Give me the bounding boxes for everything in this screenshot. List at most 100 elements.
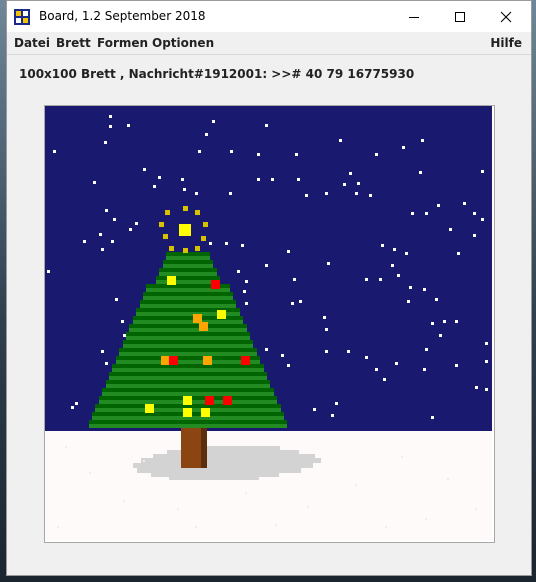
board-canvas[interactable] <box>45 106 492 540</box>
status-message: 100x100 Brett , Nachricht#1912001: >># 4… <box>19 67 415 81</box>
app-icon <box>14 9 30 25</box>
snowflake <box>411 212 414 215</box>
snowflake <box>230 150 233 153</box>
star-ray <box>165 210 170 215</box>
star-ray <box>195 246 200 251</box>
tree-ornament <box>145 404 154 413</box>
window-title: Board, 1.2 September 2018 <box>39 9 206 23</box>
snow-sparkle <box>195 526 197 528</box>
tree-branch <box>119 352 257 356</box>
snowflake <box>473 234 476 237</box>
tree-branch <box>163 260 213 264</box>
snowflake <box>257 153 260 156</box>
snow-sparkle <box>57 526 59 528</box>
tree-trunk-shade <box>201 428 207 468</box>
menu-optionen[interactable]: Optionen <box>152 36 214 50</box>
tree-branch <box>156 276 220 280</box>
snowflake <box>349 172 352 175</box>
snowflake <box>402 146 405 149</box>
snowflake <box>481 218 484 221</box>
snowflake <box>243 290 246 293</box>
snowflake <box>105 362 108 365</box>
snowflake <box>101 350 104 353</box>
snowflake <box>237 270 240 273</box>
snow-sparkle <box>425 518 427 520</box>
snowflake <box>379 278 382 281</box>
snow-sparkle <box>355 484 357 486</box>
tree-ornament <box>169 356 178 365</box>
minimize-button[interactable] <box>391 1 437 32</box>
snowflake <box>335 402 338 405</box>
snowflake <box>323 316 326 319</box>
snowflake <box>195 192 198 195</box>
tree-ornament <box>203 356 212 365</box>
snowflake <box>295 153 298 156</box>
snowflake <box>375 368 378 371</box>
tree-branch <box>102 392 274 396</box>
snowflake <box>212 120 215 123</box>
snowflake <box>439 334 442 337</box>
star-ray <box>195 210 200 215</box>
snowflake <box>127 124 130 127</box>
snowflake <box>113 218 116 221</box>
menu-brett[interactable]: Brett <box>56 36 91 50</box>
snowflake <box>437 204 440 207</box>
snowflake <box>409 286 412 289</box>
maximize-button[interactable] <box>437 1 483 32</box>
tree-branch <box>119 348 257 352</box>
menu-formen[interactable]: Formen <box>97 36 148 50</box>
snowflake <box>339 139 342 142</box>
snowflake <box>485 388 488 391</box>
snowflake <box>381 244 384 247</box>
snowflake <box>245 280 248 283</box>
tree-branch <box>133 320 243 324</box>
snowflake <box>431 416 434 419</box>
snowflake <box>347 350 350 353</box>
snowflake <box>325 192 328 195</box>
snowflake <box>83 240 86 243</box>
snowflake <box>183 188 186 191</box>
tree-ornament <box>223 396 232 405</box>
snowflake <box>431 322 434 325</box>
star-ray <box>183 248 188 253</box>
tree-branch <box>102 388 274 392</box>
snowflake <box>299 300 302 303</box>
menu-separator <box>7 54 531 55</box>
tree-branch <box>116 356 260 360</box>
snowflake <box>397 274 400 277</box>
tree-branch <box>143 292 233 296</box>
snowflake <box>423 288 426 291</box>
tree-branch <box>109 376 267 380</box>
tree-branch <box>126 336 250 340</box>
tree-ornament <box>201 408 210 417</box>
snow-sparkle <box>143 460 145 462</box>
snowflake <box>99 233 102 236</box>
snowflake <box>93 181 96 184</box>
tree-shadow <box>169 477 259 480</box>
snowflake <box>463 202 466 205</box>
star-ray <box>169 246 174 251</box>
snowflake <box>53 150 56 153</box>
tree-ornament <box>241 356 250 365</box>
tree-branch <box>156 280 220 284</box>
star-ray <box>183 206 188 211</box>
tree-shadow <box>151 473 279 477</box>
close-button[interactable] <box>483 1 529 32</box>
snowflake <box>457 252 460 255</box>
menu-hilfe[interactable]: Hilfe <box>490 36 522 50</box>
snow-sparkle <box>475 508 477 510</box>
minimize-icon <box>409 16 419 18</box>
snowflake <box>104 141 107 144</box>
menu-bar: Datei Brett Formen Optionen Hilfe <box>7 32 531 54</box>
snowflake <box>391 264 394 267</box>
snowflake <box>383 378 386 381</box>
menu-datei[interactable]: Datei <box>14 36 50 50</box>
snowflake <box>153 185 156 188</box>
snowflake <box>393 248 396 251</box>
close-icon <box>500 11 512 22</box>
tree-branch <box>166 256 210 260</box>
title-bar[interactable]: Board, 1.2 September 2018 <box>7 1 531 32</box>
tree-ornament <box>193 314 202 323</box>
snowflake <box>481 170 484 173</box>
tree-branch <box>112 368 264 372</box>
